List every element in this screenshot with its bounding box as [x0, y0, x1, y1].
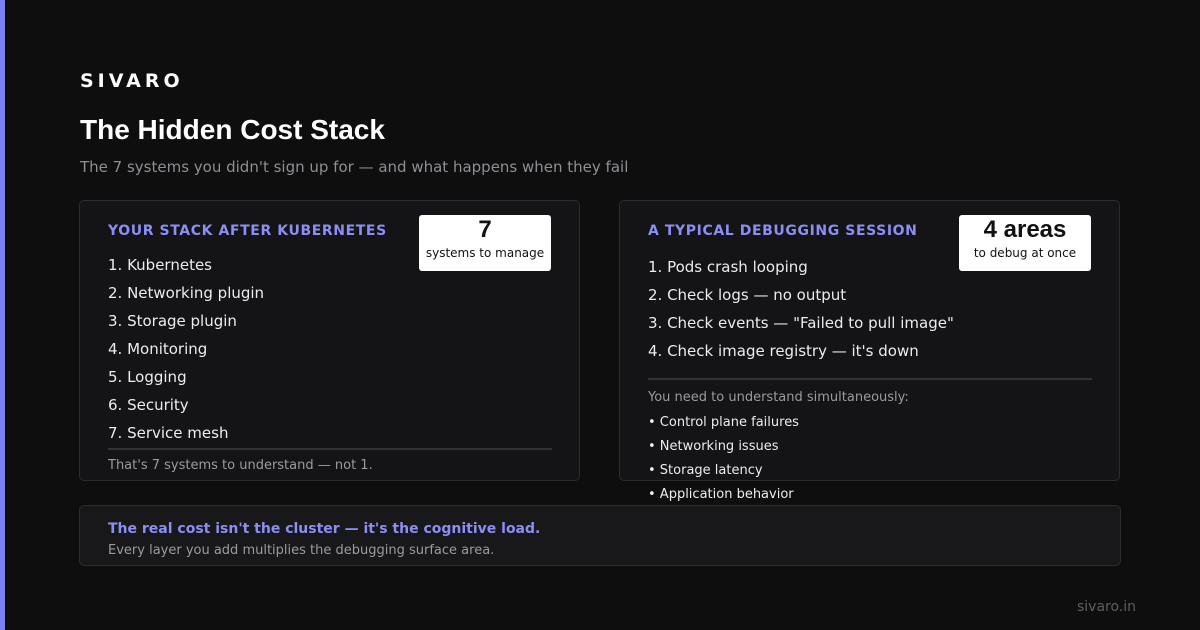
list-item: 3. Storage plugin: [108, 312, 237, 330]
systems-stat-badge: 7 systems to manage: [419, 215, 551, 271]
list-item: 3. Check events — "Failed to pull image": [648, 314, 954, 332]
list-item: 2. Networking plugin: [108, 284, 265, 302]
list-item: 4. Monitoring: [108, 340, 208, 358]
areas-list: • Control plane failures • Networking is…: [648, 414, 799, 510]
systems-stat-caption: systems to manage: [425, 246, 545, 260]
site-url: sivaro.in: [1076, 599, 1136, 615]
debug-card: A TYPICAL DEBUGGING SESSION 4 areas to d…: [619, 200, 1120, 502]
callout-banner: The real cost isn't the cluster — it's t…: [79, 505, 1121, 566]
list-item: 5. Logging: [108, 368, 187, 386]
list-item: • Control plane failures: [648, 415, 799, 430]
list-item: 1. Kubernetes: [108, 256, 212, 274]
debug-steps-list: 1. Pods crash looping 2. Check logs — no…: [648, 257, 954, 369]
stack-card: YOUR STACK AFTER KUBERNETES 7 systems to…: [79, 200, 580, 481]
areas-stat-value: 4 areas: [983, 216, 1067, 243]
list-item: 2. Check logs — no output: [648, 286, 847, 304]
divider: [648, 378, 1092, 380]
callout-subtext: Every layer you add multiplies the debug…: [108, 543, 495, 558]
list-item: • Networking issues: [648, 439, 779, 454]
list-item: 7. Service mesh: [108, 424, 229, 442]
list-item: • Storage latency: [648, 463, 763, 478]
slide: SIVARO The Hidden Cost Stack The 7 syste…: [0, 0, 1200, 630]
areas-stat-caption: to debug at once: [973, 246, 1077, 260]
stack-card-heading: YOUR STACK AFTER KUBERNETES: [108, 223, 387, 239]
debug-card-heading: A TYPICAL DEBUGGING SESSION: [648, 223, 918, 239]
systems-stat-value: 7: [478, 216, 492, 243]
understand-intro: You need to understand simultaneously:: [648, 390, 909, 405]
stack-list: 1. Kubernetes 2. Networking plugin 3. St…: [108, 255, 264, 451]
callout-headline: The real cost isn't the cluster — it's t…: [108, 521, 541, 537]
divider: [108, 448, 552, 450]
accent-bar: [0, 0, 5, 630]
list-item: 6. Security: [108, 396, 189, 414]
areas-stat-badge: 4 areas to debug at once: [959, 215, 1091, 271]
list-item: 1. Pods crash looping: [648, 258, 808, 276]
page-title: The Hidden Cost Stack: [80, 114, 385, 145]
brand-logo: SIVARO: [80, 70, 184, 92]
stack-footnote: That's 7 systems to understand — not 1.: [108, 458, 373, 473]
page-subtitle: The 7 systems you didn't sign up for — a…: [80, 158, 629, 176]
list-item: 4. Check image registry — it's down: [648, 342, 919, 360]
